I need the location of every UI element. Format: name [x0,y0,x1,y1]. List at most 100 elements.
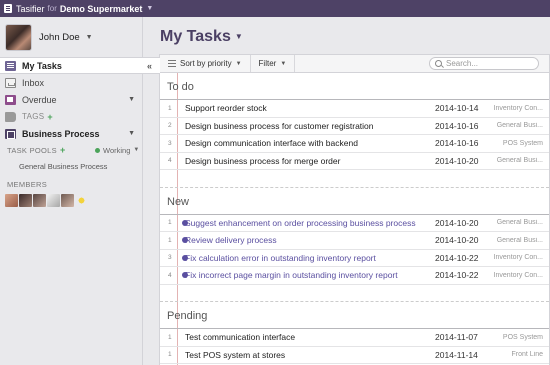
member-avatar[interactable] [75,194,88,207]
task-date: 2014-10-20 [435,235,479,246]
task-title[interactable]: Test communication interface [185,332,295,342]
task-title[interactable]: Fix calculation error in outstanding inv… [185,253,376,263]
chevron-down-icon: ▼ [133,147,140,153]
task-pools-label: TASK POOLS [7,145,57,155]
task-pool: Inventory Con... [493,104,543,112]
member-avatar[interactable] [5,194,18,207]
task-date: 2014-10-20 [435,155,479,166]
app-name: Tasifier [16,3,45,14]
chevron-down-icon[interactable]: ▼ [128,130,135,137]
task-title[interactable]: Review delivery process [185,235,277,245]
calendar-icon [5,94,16,105]
task-pool: General Busi... [496,236,543,244]
workspace-name[interactable]: Demo Supermarket [60,4,143,14]
row-number: 1 [168,236,172,244]
task-date: 2014-10-22 [435,252,479,263]
tags-label: TAGS [22,112,45,121]
table-row[interactable]: 4 Design business process for merge orde… [160,153,549,170]
row-number: 2 [168,122,172,130]
table-row[interactable]: 3 Design communication interface with ba… [160,135,549,153]
members-label: MEMBERS [7,180,48,189]
sidebar-item-label: Inbox [22,77,45,88]
task-date: 2014-10-14 [435,103,479,114]
task-pool: POS System [502,139,543,147]
add-task-pool-icon[interactable]: + [60,145,66,155]
chevron-down-icon[interactable]: ▼ [146,5,153,12]
search-input[interactable] [446,59,526,68]
task-pool: General Busi... [496,157,543,165]
task-list: To do 1 Support reorder stock 2014-10-14… [159,72,550,365]
task-pool: General Busi... [496,122,543,130]
filter-button[interactable]: Filter ▼ [251,54,296,73]
sidebar-item-label: Business Process [22,128,100,139]
task-title[interactable]: Design communication interface with back… [185,138,358,148]
top-bar: Tasifier for Demo Supermarket ▼ [0,0,550,17]
collapse-sidebar-icon[interactable]: « [147,61,152,71]
chevron-down-icon[interactable]: ▼ [86,34,93,41]
table-row[interactable]: 4 Fix incorrect page margin in outstandi… [160,267,549,285]
table-row[interactable]: 1 Review delivery process 2014-10-20 Gen… [160,232,549,250]
sort-button[interactable]: Sort by priority ▼ [160,54,251,73]
sidebar-item-tags[interactable]: TAGS + [0,108,142,125]
member-avatar[interactable] [47,194,60,207]
table-row[interactable]: 1 Support reorder stock 2014-10-14 Inven… [160,100,549,118]
task-title[interactable]: Suggest enhancement on order processing … [185,218,416,228]
chevron-down-icon: ▼ [235,60,242,67]
member-avatar[interactable] [33,194,46,207]
user-profile[interactable]: John Doe ▼ [0,17,142,57]
add-tag-icon[interactable]: + [47,112,52,122]
table-row[interactable]: 1 Test POS system at stores 2014-11-14 F… [160,347,549,364]
section-todo: To do 1 Support reorder stock 2014-10-14… [160,73,549,188]
task-pool: General Busi... [496,219,543,227]
member-avatar[interactable] [19,194,32,207]
task-date: 2014-10-16 [435,138,479,149]
user-name[interactable]: John Doe [39,32,80,43]
new-task-row[interactable] [160,170,549,188]
status-label: Working [103,145,131,155]
sort-label: Sort by priority [180,59,232,68]
sidebar: John Doe ▼ My Tasks « Inbox Overdue ▼ TA… [0,17,160,365]
task-title[interactable]: Design business process for merge order [185,156,340,166]
task-pool-item[interactable]: General Business Process [0,158,142,174]
project-icon [5,128,16,139]
task-pools-header: TASK POOLS + Working ▼ [0,142,142,158]
app-menu-icon[interactable] [4,4,12,13]
new-task-row[interactable] [160,285,549,302]
chevron-down-icon[interactable]: ▼ [235,32,243,41]
table-row[interactable]: 3 Fix calculation error in outstanding i… [160,250,549,267]
page-title[interactable]: My Tasks ▼ [160,28,243,46]
sidebar-item-my-tasks[interactable]: My Tasks « [0,57,160,74]
main-content: My Tasks ▼ Sort by priority ▼ Filter ▼ To… [143,17,550,365]
status-filter[interactable]: Working ▼ [95,146,139,155]
row-number: 1 [168,333,172,341]
task-title[interactable]: Support reorder stock [185,103,267,113]
avatar[interactable] [5,23,32,51]
task-pool: Inventory Con... [493,271,543,279]
member-avatar[interactable] [61,194,74,207]
task-date: 2014-11-14 [435,349,478,360]
sidebar-item-overdue[interactable]: Overdue ▼ [0,91,142,108]
task-title[interactable]: Design business process for customer reg… [185,121,374,131]
row-number: 4 [168,157,172,165]
for-label: for [47,4,57,13]
table-row[interactable]: 2 Design business process for customer r… [160,118,549,135]
search-box[interactable] [429,57,539,70]
sidebar-item-business-process[interactable]: Business Process ▼ [0,125,142,142]
search-icon [435,60,442,67]
section-title: To do [160,73,549,100]
sort-icon [168,60,176,67]
section-new: New 1 Suggest enhancement on order proce… [160,188,549,302]
table-row[interactable]: 1 Suggest enhancement on order processin… [160,215,549,232]
tag-icon [5,111,16,122]
sidebar-item-label: Overdue [22,94,57,105]
section-pending: Pending 1 Test communication interface 2… [160,302,549,364]
task-title[interactable]: Test POS system at stores [185,350,285,360]
table-row[interactable]: 1 Test communication interface 2014-11-0… [160,329,549,347]
task-title[interactable]: Fix incorrect page margin in outstanding… [185,270,398,280]
row-number: 3 [168,139,172,147]
row-number: 3 [168,254,172,262]
row-number: 1 [168,351,172,359]
chevron-down-icon[interactable]: ▼ [128,96,135,103]
sidebar-item-inbox[interactable]: Inbox [0,74,142,91]
row-number: 1 [168,219,172,227]
